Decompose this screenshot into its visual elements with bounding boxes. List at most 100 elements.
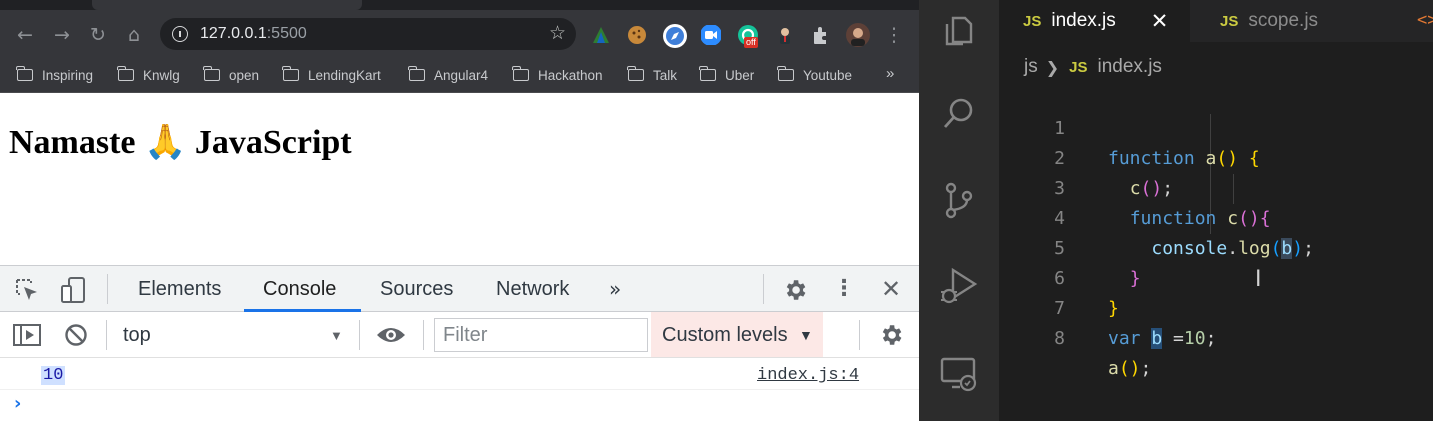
bookmark-talk[interactable]: Talk xyxy=(627,64,677,86)
folder-icon xyxy=(117,66,134,81)
console-prompt-chevron-icon[interactable]: › xyxy=(14,393,21,414)
js-file-icon: JS xyxy=(1220,12,1239,30)
browser-window: ← → ↻ ⌂ 127.0.0.1:5500 ☆ off ⋮ Inspiring… xyxy=(0,0,919,421)
tab-label: index.js xyxy=(1051,10,1116,31)
compass-extension-icon[interactable] xyxy=(662,23,688,49)
activity-bar xyxy=(919,0,999,421)
bookmark-hackathon[interactable]: Hackathon xyxy=(512,64,603,86)
tab-elements[interactable]: Elements xyxy=(138,278,221,301)
cookie-extension-icon[interactable] xyxy=(626,24,648,46)
folder-icon xyxy=(408,66,425,81)
tab-strip xyxy=(0,0,919,10)
divider xyxy=(763,274,764,304)
log-levels-dropdown[interactable]: Custom levels ▼ xyxy=(651,312,823,357)
sidebar-toggle-icon[interactable] xyxy=(13,324,41,346)
avatar[interactable] xyxy=(845,22,871,48)
bookmark-youtube[interactable]: Youtube xyxy=(777,64,852,86)
explorer-files-icon[interactable] xyxy=(939,10,979,50)
page-heading: Namaste 🙏 JavaScript xyxy=(9,124,352,161)
code-line: 6 } xyxy=(999,234,1433,319)
code-line: 1 function a() { xyxy=(999,84,1433,169)
chart-extension-icon[interactable] xyxy=(590,24,612,46)
bookmark-star-icon[interactable]: ☆ xyxy=(549,22,566,44)
site-info-icon[interactable] xyxy=(172,26,188,42)
context-label: top xyxy=(123,324,151,346)
address-bar[interactable]: 127.0.0.1:5500 ☆ xyxy=(160,18,576,50)
reload-icon[interactable]: ↻ xyxy=(85,22,111,48)
tab-sources[interactable]: Sources xyxy=(380,278,453,301)
devtools-tab-bar: Elements Console Sources Network » ⋮ ✕ xyxy=(0,266,919,312)
forward-arrow-icon[interactable]: → xyxy=(49,22,75,48)
console-settings-gear-icon[interactable] xyxy=(878,322,904,348)
chevron-down-icon: ▼ xyxy=(330,328,343,343)
kebab-menu-icon[interactable]: ⋮ xyxy=(881,22,907,48)
code-line: 3 function c(){ xyxy=(999,144,1433,229)
remote-explorer-icon[interactable] xyxy=(939,354,979,394)
folder-icon xyxy=(699,66,716,81)
search-icon[interactable] xyxy=(939,94,979,134)
tab-index-js[interactable]: JS index.js ✕ xyxy=(999,0,1190,42)
tab-label: scope.js xyxy=(1248,10,1319,31)
extension-off-badge: off xyxy=(744,37,758,48)
tab-scope-js[interactable]: JS scope.js xyxy=(1190,0,1390,42)
log-levels-label: Custom levels xyxy=(662,324,788,346)
vscode-window: JS index.js ✕ JS scope.js <> js ❯ JS ind… xyxy=(919,0,1433,421)
folder-icon xyxy=(512,66,529,81)
line-number: 8 xyxy=(1054,328,1065,349)
console-source-link[interactable]: index.js:4 xyxy=(757,366,859,385)
code-line: 4 console.log(b); xyxy=(999,174,1433,259)
home-icon[interactable]: ⌂ xyxy=(121,22,147,48)
bookmark-angular4[interactable]: Angular4 xyxy=(408,64,488,86)
bookmark-knwlg[interactable]: Knwlg xyxy=(117,64,180,86)
editor-tab-bar: JS index.js ✕ JS scope.js <> xyxy=(999,0,1433,42)
breadcrumb-folder[interactable]: js xyxy=(1024,56,1038,78)
run-and-debug-icon[interactable] xyxy=(939,266,979,306)
code-line: 8 a(); xyxy=(999,294,1433,379)
close-icon[interactable]: ✕ xyxy=(878,275,904,303)
puzzle-extensions-icon[interactable] xyxy=(810,24,832,46)
console-toolbar: top ▼ Custom levels ▼ xyxy=(0,312,919,358)
divider xyxy=(859,320,860,350)
source-control-icon[interactable] xyxy=(939,180,979,220)
js-file-icon: JS xyxy=(1069,58,1088,76)
zoom-extension-icon[interactable] xyxy=(700,24,722,46)
html-file-icon[interactable]: <> xyxy=(1417,10,1433,30)
clear-console-icon[interactable] xyxy=(64,323,88,347)
folder-icon xyxy=(203,66,220,81)
live-expression-eye-icon[interactable] xyxy=(376,325,406,345)
web-page: Namaste 🙏 JavaScript xyxy=(0,93,919,265)
browser-toolbar: ← → ↻ ⌂ 127.0.0.1:5500 ☆ off ⋮ xyxy=(0,10,919,58)
chevron-down-icon: ▼ xyxy=(799,327,813,343)
console-log-row: 10 index.js:4 xyxy=(0,358,919,390)
bookmarks-bar: Inspiring Knwlg open LendingKart Angular… xyxy=(0,58,919,93)
code-line: 2 c(); xyxy=(999,114,1433,199)
settings-gear-icon[interactable] xyxy=(782,277,808,303)
bookmark-open[interactable]: open xyxy=(203,64,259,86)
breadcrumb-file[interactable]: index.js xyxy=(1098,56,1162,78)
back-arrow-icon[interactable]: ← xyxy=(12,22,38,48)
folder-icon xyxy=(282,66,299,81)
device-toolbar-icon[interactable] xyxy=(60,276,88,304)
folder-icon xyxy=(777,66,794,81)
divider xyxy=(106,320,107,350)
breadcrumb: js ❯ JS index.js xyxy=(1024,56,1162,78)
kebab-menu-icon[interactable]: ⋮ xyxy=(832,276,856,301)
grammar-extension-icon[interactable]: off xyxy=(737,24,759,48)
code-line: 5 } xyxy=(999,204,1433,289)
filter-input[interactable] xyxy=(434,318,648,352)
divider xyxy=(423,320,424,350)
tab-console[interactable]: Console xyxy=(263,278,336,301)
bookmarks-overflow-button[interactable]: » xyxy=(886,65,894,82)
profile-extension-icon[interactable] xyxy=(774,24,796,46)
bookmark-uber[interactable]: Uber xyxy=(699,64,754,86)
tab-network[interactable]: Network xyxy=(496,278,569,301)
inspect-element-icon[interactable] xyxy=(15,278,41,302)
divider xyxy=(359,320,360,350)
bookmark-lendingkart[interactable]: LendingKart xyxy=(282,64,381,86)
bookmark-inspiring[interactable]: Inspiring xyxy=(16,64,93,86)
active-browser-tab[interactable] xyxy=(92,0,362,10)
folder-icon xyxy=(16,66,33,81)
divider xyxy=(107,274,108,304)
close-icon[interactable]: ✕ xyxy=(1151,9,1169,33)
more-tabs-button[interactable]: » xyxy=(609,277,621,301)
